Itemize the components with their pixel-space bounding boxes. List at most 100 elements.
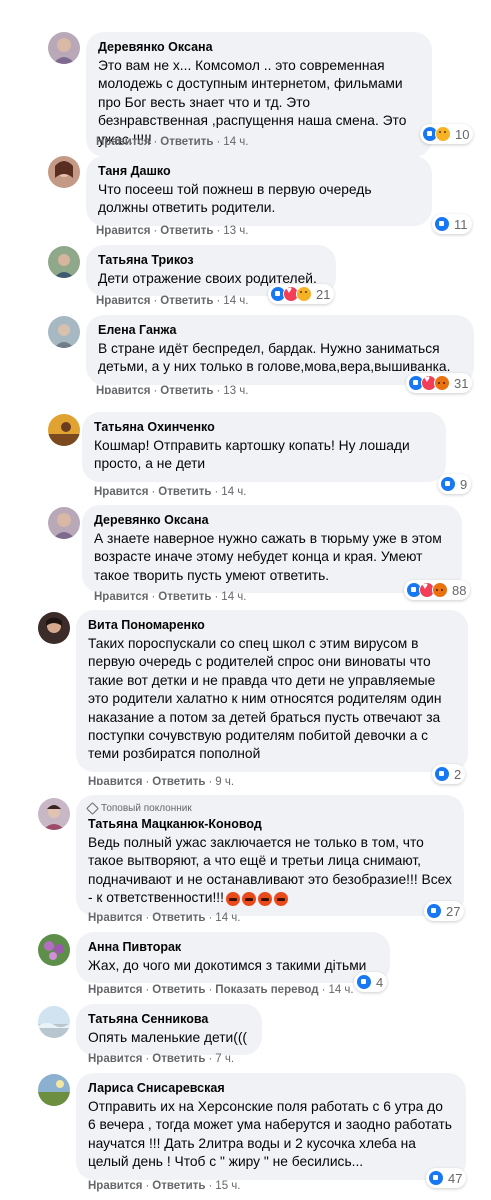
- avatar[interactable]: [48, 246, 80, 278]
- comment-author[interactable]: Деревянко Оксана: [98, 39, 420, 55]
- like-link[interactable]: Нравится: [88, 776, 142, 785]
- avatar[interactable]: [48, 32, 80, 64]
- reaction-count: 2: [454, 766, 462, 782]
- comment-author[interactable]: Анна Пивторак: [88, 939, 378, 955]
- reply-link[interactable]: Ответить: [152, 776, 205, 785]
- comment-bubble: Вита Пономаренко Таких пороспускали со с…: [76, 610, 468, 772]
- like-link[interactable]: Нравится: [88, 912, 142, 924]
- reaction-summary[interactable]: 47: [426, 1168, 467, 1188]
- avatar[interactable]: [48, 507, 80, 539]
- comment-time[interactable]: 14 ч.: [223, 136, 248, 148]
- like-link[interactable]: Нравится: [94, 591, 148, 602]
- reaction-summary[interactable]: 88: [404, 580, 471, 600]
- comment-bubble: Анна Пивторак Жах, до чого ми докотимся …: [76, 932, 390, 984]
- comment-time[interactable]: 14 ч.: [328, 984, 353, 996]
- comment-time[interactable]: 14 ч.: [223, 295, 248, 307]
- comment-author[interactable]: Деревянко Оксана: [94, 512, 450, 528]
- badge-label: Топовый поклонник: [101, 803, 192, 814]
- top-fan-badge: Топовый поклонник: [86, 802, 452, 815]
- comment-author[interactable]: Татьяна Сенникова: [88, 1011, 250, 1027]
- comment-text: Опять маленькие дети(((: [88, 1030, 248, 1045]
- reply-link[interactable]: Ответить: [158, 591, 211, 602]
- reply-link[interactable]: Ответить: [152, 1053, 205, 1065]
- like-reaction-icon: [434, 216, 450, 232]
- like-link[interactable]: Нравится: [94, 486, 148, 498]
- angry-emoji-icon: [225, 891, 240, 906]
- comment-text: Кошмар! Отправить картошку копать! Ну ло…: [94, 438, 410, 472]
- like-reaction-icon: [426, 903, 442, 919]
- reply-link[interactable]: Ответить: [160, 385, 213, 394]
- like-link[interactable]: Нравится: [88, 1053, 142, 1065]
- reaction-summary[interactable]: 21: [268, 284, 335, 304]
- like-link[interactable]: Нравится: [96, 295, 150, 307]
- diamond-icon: [86, 802, 99, 815]
- comment-actions: Нравится · Ответить · 15 ч.: [88, 1180, 241, 1192]
- comment-text: Ведь полный ужас заключается не только в…: [88, 834, 452, 908]
- reaction-summary[interactable]: 2: [432, 764, 466, 784]
- reply-link[interactable]: Ответить: [160, 225, 213, 237]
- avatar[interactable]: [38, 1006, 70, 1038]
- comment-actions: Нравится · Ответить · Показать перевод · 14 ч.: [88, 984, 354, 996]
- reaction-count: 10: [455, 126, 470, 142]
- sad-reaction-icon: [435, 126, 451, 142]
- reaction-summary[interactable]: 27: [424, 901, 465, 921]
- comment-bubble: Татьяна Сенникова Опять маленькие дети((…: [76, 1004, 262, 1056]
- reply-link[interactable]: Ответить: [152, 1180, 205, 1192]
- comment-time[interactable]: 13 ч.: [223, 225, 248, 237]
- avatar[interactable]: [48, 414, 80, 446]
- reaction-summary[interactable]: 31: [406, 373, 473, 393]
- translate-link[interactable]: Показать перевод: [215, 984, 318, 996]
- avatar[interactable]: [38, 612, 70, 644]
- reaction-count: 21: [316, 286, 331, 302]
- reply-link[interactable]: Ответить: [152, 912, 205, 924]
- comment-actions: Нравится · Ответить · 14 ч.: [94, 591, 247, 602]
- reply-link[interactable]: Ответить: [152, 984, 205, 996]
- like-link[interactable]: Нравится: [96, 225, 150, 237]
- comment-text: Таких пороспускали со спец школ с этим в…: [88, 636, 442, 762]
- comment-author[interactable]: Лариса Снисаревская: [88, 1080, 454, 1096]
- reaction-summary[interactable]: 4: [354, 972, 388, 992]
- comment-author[interactable]: Таня Дашко: [98, 163, 420, 179]
- comment-text: А знаете наверное нужно сажать в тюрьму …: [94, 531, 442, 583]
- comment-time[interactable]: 15 ч.: [215, 1180, 240, 1192]
- avatar[interactable]: [48, 156, 80, 188]
- avatar[interactable]: [38, 1074, 70, 1106]
- comment-author[interactable]: Татьяна Мацканюк-Коновод: [88, 816, 452, 832]
- comment-time[interactable]: 14 ч.: [221, 591, 246, 602]
- like-reaction-icon: [428, 1170, 444, 1186]
- comment-author[interactable]: Вита Пономаренко: [88, 617, 456, 633]
- like-link[interactable]: Нравится: [88, 1180, 142, 1192]
- reaction-count: 88: [452, 582, 467, 598]
- like-link[interactable]: Нравится: [96, 385, 150, 394]
- reply-link[interactable]: Ответить: [160, 136, 213, 148]
- comment-author[interactable]: Татьяна Трикоз: [98, 252, 324, 268]
- reaction-count: 47: [448, 1170, 463, 1186]
- reaction-count: 31: [454, 375, 469, 391]
- comment-actions: Нравится · Ответить · 9 ч.: [88, 776, 234, 785]
- comment-actions: Нравится · Ответить · 14 ч.: [96, 136, 249, 148]
- comment-time[interactable]: 9 ч.: [215, 776, 234, 785]
- avatar[interactable]: [48, 316, 80, 348]
- comment-time[interactable]: 7 ч.: [215, 1053, 234, 1065]
- like-link[interactable]: Нравится: [88, 984, 142, 996]
- reaction-summary[interactable]: 11: [432, 214, 472, 234]
- comment-actions: Нравится · Ответить · 13 ч.: [96, 225, 249, 237]
- comment-bubble: Топовый поклонник Татьяна Мацканюк-Конов…: [76, 795, 464, 916]
- reply-link[interactable]: Ответить: [160, 295, 213, 307]
- reaction-summary[interactable]: 10: [420, 124, 474, 144]
- avatar[interactable]: [38, 934, 70, 966]
- comment-actions: Нравится · Ответить · 14 ч.: [94, 486, 247, 498]
- comment-author[interactable]: Елена Ганжа: [98, 322, 462, 338]
- reaction-summary[interactable]: 9: [438, 474, 472, 494]
- like-link[interactable]: Нравится: [96, 136, 150, 148]
- sad-reaction-icon: [296, 286, 312, 302]
- angry-reaction-icon: [434, 375, 450, 391]
- comment-author[interactable]: Татьяна Охинченко: [94, 419, 434, 435]
- comment-time[interactable]: 14 ч.: [215, 912, 240, 924]
- reply-link[interactable]: Ответить: [158, 486, 211, 498]
- like-reaction-icon: [434, 766, 450, 782]
- comment-time[interactable]: 13 ч.: [223, 385, 248, 394]
- comment-time[interactable]: 14 ч.: [221, 486, 246, 498]
- avatar[interactable]: [38, 798, 70, 830]
- angry-reaction-icon: [432, 582, 448, 598]
